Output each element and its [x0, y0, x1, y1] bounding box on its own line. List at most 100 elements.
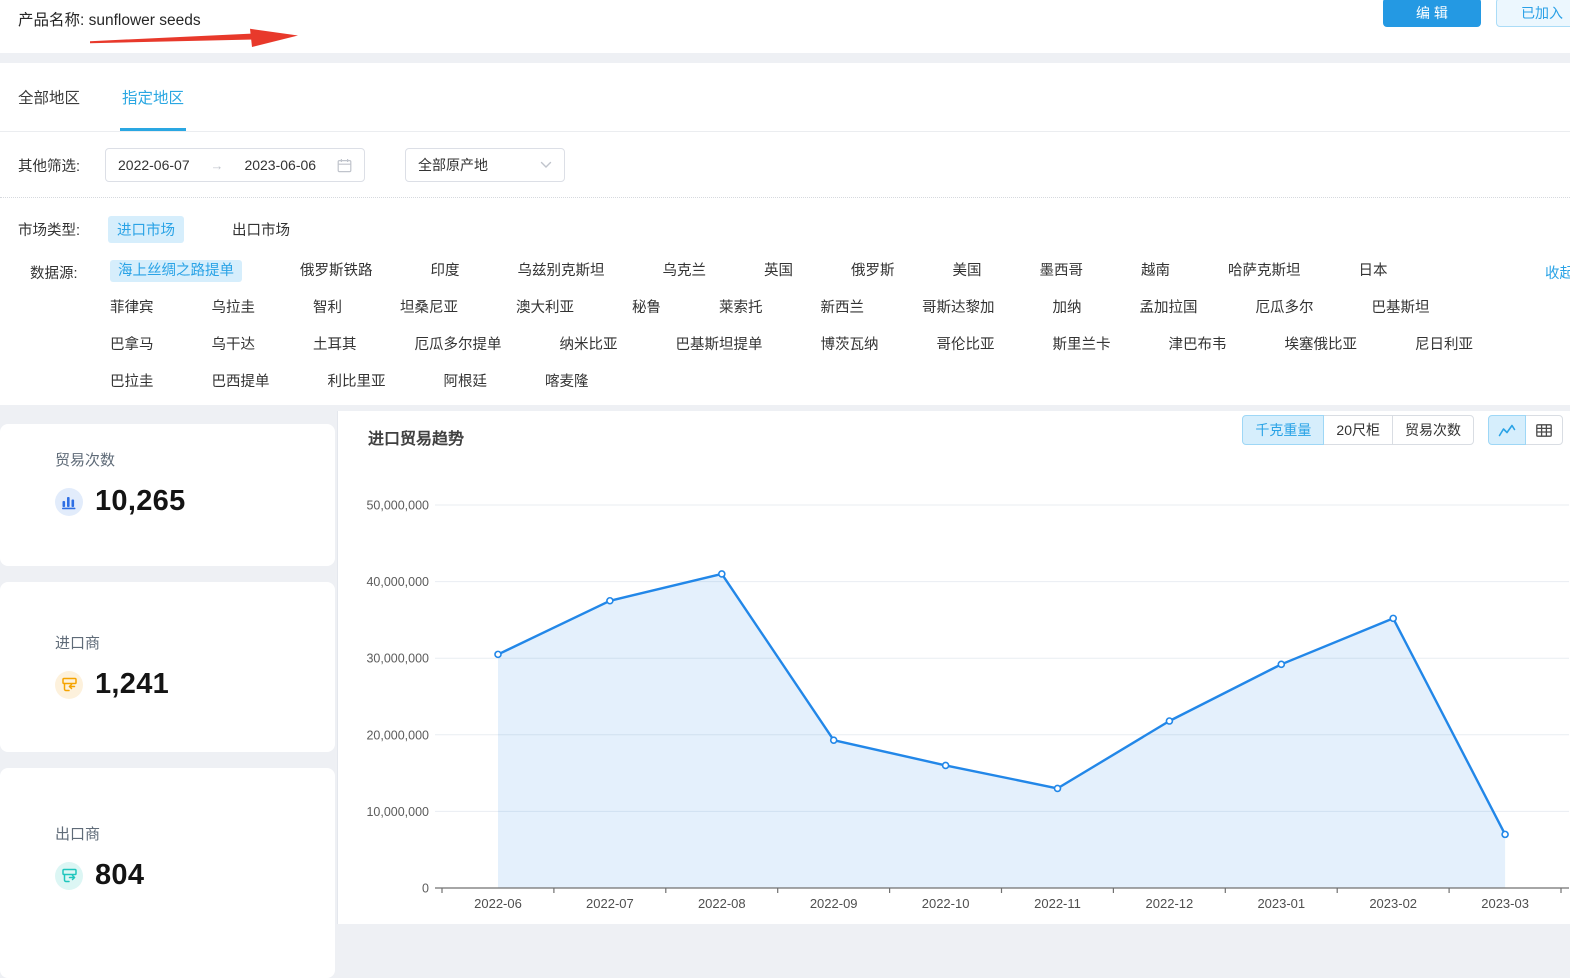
market-type-import[interactable]: 进口市场 — [108, 216, 184, 243]
datasource-item[interactable]: 印度 — [431, 260, 460, 282]
unit-toggle-button[interactable]: 千克重量 — [1242, 415, 1324, 445]
svg-text:50,000,000: 50,000,000 — [366, 499, 429, 513]
datasource-item[interactable]: 巴西提单 — [212, 371, 270, 393]
datasource-item[interactable]: 斯里兰卡 — [1053, 334, 1111, 356]
svg-text:2023-01: 2023-01 — [1257, 896, 1305, 911]
stat-value: 10,265 — [95, 485, 186, 518]
date-end-value[interactable]: 2023-06-06 — [244, 157, 316, 173]
bar-chart-icon — [55, 488, 83, 516]
datasource-item[interactable]: 越南 — [1141, 260, 1170, 282]
stat-label: 进口商 — [55, 632, 335, 653]
datasource-item[interactable]: 巴拿马 — [110, 334, 154, 356]
unit-toggle-button[interactable]: 贸易次数 — [1392, 415, 1474, 445]
datasource-item[interactable]: 坦桑尼亚 — [400, 297, 458, 319]
view-toggle-group — [1488, 415, 1563, 445]
other-filter-row: 其他筛选: 2022-06-07 → 2023-06-06 全部原产地 — [0, 132, 1570, 198]
datasource-item[interactable]: 哈萨克斯坦 — [1228, 260, 1301, 282]
datasource-item[interactable]: 俄罗斯 — [851, 260, 895, 282]
datasource-item[interactable]: 莱索托 — [719, 297, 763, 319]
market-type-label: 市场类型: — [18, 219, 108, 240]
svg-text:2022-08: 2022-08 — [698, 896, 746, 911]
chart-header: 进口贸易趋势 千克重量20尺柜贸易次数 — [338, 411, 1570, 466]
datasource-row: 巴拿马 乌干达 土耳其 厄瓜多尔提单 纳米比亚 巴基斯坦提单 博茨瓦纳 哥伦比亚 斯里兰卡 津巴布… — [110, 334, 1570, 356]
collapse-link[interactable]: 收起 — [1545, 262, 1570, 283]
datasource-item[interactable]: 巴基斯坦提单 — [676, 334, 763, 356]
unit-toggle-group: 千克重量20尺柜贸易次数 — [1242, 415, 1474, 445]
svg-text:2022-11: 2022-11 — [1034, 896, 1081, 911]
datasource-item[interactable]: 乌克兰 — [663, 260, 707, 282]
datasource-item[interactable]: 乌拉圭 — [212, 297, 256, 319]
trade-dashboard-page: { "page": { "width": 1570, "height": 919… — [0, 0, 1570, 919]
stats-column: 贸易次数 10,265 进口商 — [0, 411, 338, 924]
svg-text:30,000,000: 30,000,000 — [366, 652, 429, 666]
datasource-row: 海上丝绸之路提单 俄罗斯铁路 印度 乌兹别克斯坦 乌克兰 英国 俄罗斯 美国 墨西哥 越南 哈萨克斯… — [110, 260, 1570, 282]
svg-text:2022-10: 2022-10 — [922, 896, 970, 911]
datasource-item[interactable]: 巴拉圭 — [110, 371, 154, 393]
svg-text:10,000,000: 10,000,000 — [366, 805, 429, 819]
datasource-item[interactable]: 加纳 — [1053, 297, 1082, 319]
origin-select-value: 全部原产地 — [418, 155, 488, 175]
datasource-row: 菲律宾 乌拉圭 智利 坦桑尼亚 澳大利亚 秘鲁 莱索托 新西兰 哥斯达黎加 加纳 孟加拉国 厄瓜多尔 巴… — [110, 297, 1570, 319]
stat-value: 804 — [95, 859, 144, 892]
datasource-item[interactable]: 菲律宾 — [110, 297, 154, 319]
datasource-item[interactable]: 博茨瓦纳 — [821, 334, 879, 356]
unit-toggle-button[interactable]: 20尺柜 — [1323, 415, 1393, 445]
date-range-input[interactable]: 2022-06-07 → 2023-06-06 — [105, 148, 365, 182]
datasource-item[interactable]: 喀麦隆 — [545, 371, 589, 393]
datasource-item[interactable]: 土耳其 — [313, 334, 357, 356]
datasource-item[interactable]: 美国 — [953, 260, 982, 282]
datasource-item[interactable]: 哥斯达黎加 — [922, 297, 995, 319]
datasource-item[interactable]: 哥伦比亚 — [937, 334, 995, 356]
svg-text:2023-02: 2023-02 — [1369, 896, 1417, 911]
svg-text:2023-03: 2023-03 — [1481, 896, 1529, 911]
datasource-rows: 海上丝绸之路提单 俄罗斯铁路 印度 乌兹别克斯坦 乌克兰 英国 俄罗斯 美国 墨西哥 越南 哈萨克斯… — [110, 260, 1570, 393]
date-start-value[interactable]: 2022-06-07 — [118, 157, 190, 173]
header-bar: 产品名称: sunflower seeds 编 辑 已加入 — [0, 0, 1570, 53]
market-type-export[interactable]: 出口市场 — [232, 219, 290, 240]
red-arrow-annotation — [88, 28, 300, 48]
product-title: 产品名称: sunflower seeds — [18, 8, 201, 30]
edit-button[interactable]: 编 辑 — [1383, 0, 1481, 27]
datasource-item[interactable]: 英国 — [764, 260, 793, 282]
datasource-item[interactable]: 津巴布韦 — [1169, 334, 1227, 356]
importer-icon — [55, 671, 83, 699]
datasource-item[interactable]: 墨西哥 — [1040, 260, 1084, 282]
datasource-item[interactable]: 巴基斯坦 — [1372, 297, 1430, 319]
datasource-item[interactable]: 厄瓜多尔提单 — [415, 334, 502, 356]
datasource-item[interactable]: 俄罗斯铁路 — [300, 260, 373, 282]
stat-label: 出口商 — [55, 823, 335, 844]
svg-text:20,000,000: 20,000,000 — [366, 728, 429, 742]
tab-specified-regions[interactable]: 指定地区 — [122, 63, 184, 131]
tab-all-regions[interactable]: 全部地区 — [18, 63, 80, 131]
trend-line-chart: 010,000,00020,000,00030,000,00040,000,00… — [338, 466, 1569, 924]
added-button[interactable]: 已加入 — [1496, 0, 1570, 27]
other-filter-label: 其他筛选: — [18, 155, 105, 176]
datasource-item[interactable]: 日本 — [1359, 260, 1388, 282]
chart-title: 进口贸易趋势 — [368, 425, 464, 449]
svg-text:2022-06: 2022-06 — [474, 896, 522, 911]
datasource-item[interactable]: 厄瓜多尔 — [1256, 297, 1314, 319]
datasource-item[interactable]: 乌兹别克斯坦 — [518, 260, 605, 282]
datasource-item[interactable]: 尼日利亚 — [1415, 334, 1473, 356]
datasource-item[interactable]: 澳大利亚 — [516, 297, 574, 319]
datasource-item[interactable]: 海上丝绸之路提单 — [110, 260, 242, 282]
datasource-item[interactable]: 智利 — [313, 297, 342, 319]
datasource-item[interactable]: 乌干达 — [212, 334, 256, 356]
datasource-row: 巴拉圭 巴西提单 利比里亚 阿根廷 喀麦隆 — [110, 371, 1570, 393]
stat-label: 贸易次数 — [55, 449, 335, 470]
datasource-item[interactable]: 阿根廷 — [444, 371, 488, 393]
market-type-row: 市场类型: 进口市场 出口市场 — [0, 198, 1570, 243]
region-tab-bar: 全部地区 指定地区 — [0, 63, 1570, 132]
datasource-item[interactable]: 秘鲁 — [632, 297, 661, 319]
line-chart-view-button[interactable] — [1488, 415, 1526, 445]
line-chart-icon — [1498, 424, 1516, 437]
table-view-button[interactable] — [1525, 415, 1563, 445]
datasource-item[interactable]: 利比里亚 — [328, 371, 386, 393]
datasource-item[interactable]: 新西兰 — [821, 297, 865, 319]
exporter-icon — [55, 862, 83, 890]
datasource-item[interactable]: 孟加拉国 — [1140, 297, 1198, 319]
origin-select[interactable]: 全部原产地 — [405, 148, 565, 182]
datasource-item[interactable]: 纳米比亚 — [560, 334, 618, 356]
stat-value: 1,241 — [95, 668, 169, 701]
datasource-item[interactable]: 埃塞俄比亚 — [1285, 334, 1358, 356]
